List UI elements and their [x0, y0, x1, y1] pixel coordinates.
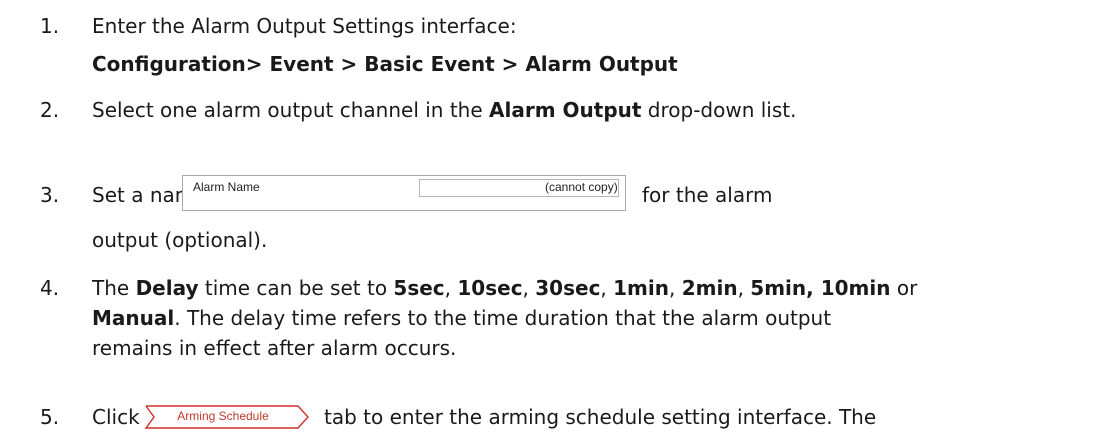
text-segment: time can be set to [198, 276, 394, 300]
text-segment: , [737, 276, 751, 300]
menu-path-text: Configuration> Event > Basic Event > Ala… [92, 52, 678, 76]
bold-term: 5sec [393, 276, 445, 300]
bold-term: Alarm Output [489, 98, 642, 122]
step-text: Enter the Alarm Output Settings interfac… [92, 14, 517, 38]
bold-term: 2min [681, 276, 738, 300]
text-segment: Select one alarm output channel in the [92, 98, 490, 122]
bold-term: Manual [92, 306, 175, 330]
bold-term: 5min, 10min [750, 276, 891, 300]
step-text: The Delay time can be set to 5sec, 10sec… [92, 274, 917, 302]
text-segment: , [669, 276, 682, 300]
text-segment: drop-down list. [641, 98, 797, 122]
step-text: Click [92, 405, 140, 429]
document-page: 1. Enter the Alarm Output Settings inter… [0, 0, 1096, 438]
step-text: remains in effect after alarm occurs. [92, 336, 457, 360]
text-segment: , [600, 276, 614, 300]
step-number: 5. [40, 405, 60, 429]
cannot-copy-hint: (cannot copy) [545, 180, 618, 194]
step-number: 3. [40, 183, 60, 207]
alarm-name-label: Alarm Name [193, 180, 260, 194]
text-segment: The [92, 276, 136, 300]
step-number: 4. [40, 276, 60, 300]
step-text: Manual. The delay time refers to the tim… [92, 304, 831, 332]
step-text-after-tab: tab to enter the arming schedule setting… [324, 405, 877, 429]
arming-schedule-tab-label: Arming Schedule [177, 409, 269, 423]
step-text-after-widget: for the alarm [642, 183, 773, 207]
step-number: 1. [40, 14, 60, 38]
step-text: output (optional). [92, 228, 268, 252]
bold-term: Delay [135, 276, 199, 300]
bold-term: 1min [613, 276, 669, 300]
text-segment: . The delay time refers to the time dura… [174, 306, 832, 330]
text-segment: , [444, 276, 458, 300]
text-segment: , [522, 276, 536, 300]
step-number: 2. [40, 98, 60, 122]
text-segment: or [890, 276, 918, 300]
arming-schedule-tab[interactable]: Arming Schedule [136, 405, 310, 429]
alarm-name-widget: Alarm Name (cannot copy) [182, 175, 626, 211]
bold-term: 30sec [535, 276, 601, 300]
step-text: Select one alarm output channel in the A… [92, 96, 796, 124]
bold-term: 10sec [457, 276, 523, 300]
